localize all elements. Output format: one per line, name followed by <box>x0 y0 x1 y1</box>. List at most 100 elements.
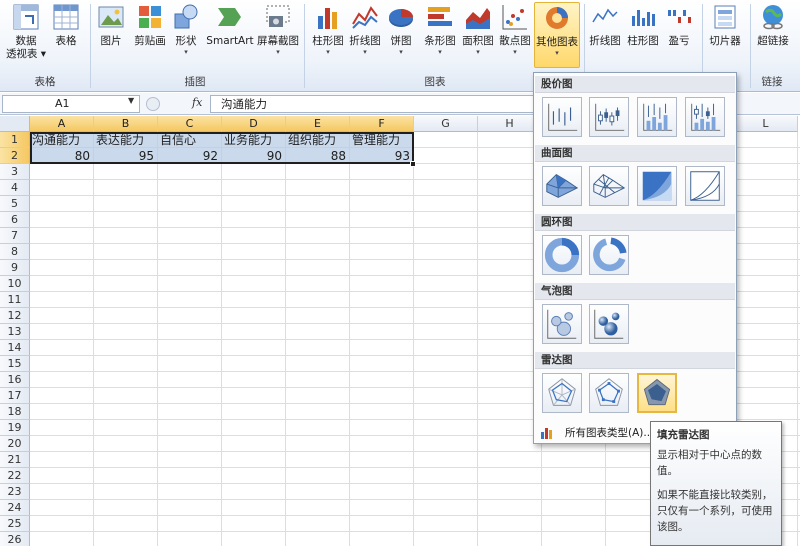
surface-wireframe-chart-option[interactable] <box>589 166 629 206</box>
stock-vhlc-chart-option[interactable] <box>637 97 677 137</box>
row-header-4[interactable]: 4 <box>0 180 30 196</box>
select-all-corner[interactable] <box>0 116 30 132</box>
row-header-8[interactable]: 8 <box>0 244 30 260</box>
row-header-23[interactable]: 23 <box>0 484 30 500</box>
slicer-icon <box>710 2 740 32</box>
bar-chart-icon <box>425 2 455 32</box>
row-header-16[interactable]: 16 <box>0 372 30 388</box>
cell-header[interactable]: 沟通能力 <box>32 132 94 148</box>
insert-function-button[interactable]: fx <box>192 96 202 109</box>
hyperlink-button[interactable]: 超链接 <box>754 2 792 48</box>
row-header-9[interactable]: 9 <box>0 260 30 276</box>
clipart-button[interactable]: 剪贴画 <box>130 2 170 48</box>
cell-value[interactable]: 88 <box>288 148 346 164</box>
other-charts-button[interactable]: 其他图表 ▾ <box>534 2 580 68</box>
cell-header[interactable]: 管理能力 <box>352 132 414 148</box>
row-header-14[interactable]: 14 <box>0 340 30 356</box>
doughnut-chart-option[interactable] <box>542 235 582 275</box>
pivot-table-icon <box>11 2 41 32</box>
sparkline-line-button[interactable]: 折线图 <box>588 2 622 48</box>
sparkline-winloss-label: 盈亏 <box>668 35 690 47</box>
sparkline-column-button[interactable]: 柱形图 <box>626 2 660 48</box>
cell-value[interactable]: 80 <box>32 148 90 164</box>
sparkline-winloss-button[interactable]: 盈亏 <box>664 2 694 48</box>
expand-circle-icon[interactable] <box>146 97 160 111</box>
row-header-18[interactable]: 18 <box>0 404 30 420</box>
row-header-6[interactable]: 6 <box>0 212 30 228</box>
chevron-down-icon[interactable]: ▼ <box>128 96 134 105</box>
stock-hlc-chart-option[interactable] <box>542 97 582 137</box>
radar-chart-option[interactable] <box>542 373 582 413</box>
row-header-17[interactable]: 17 <box>0 388 30 404</box>
pivot-table-button[interactable]: 数据 透视表 ▾ <box>4 2 48 61</box>
filled-radar-chart-option[interactable] <box>637 373 677 413</box>
cell-value[interactable]: 90 <box>224 148 282 164</box>
row-header-11[interactable]: 11 <box>0 292 30 308</box>
area-chart-button[interactable]: 面积图 ▾ <box>460 2 496 57</box>
row-header-13[interactable]: 13 <box>0 324 30 340</box>
stock-ohlc-chart-option[interactable] <box>589 97 629 137</box>
cell-header[interactable]: 自信心 <box>160 132 222 148</box>
row-header-19[interactable]: 19 <box>0 420 30 436</box>
row-header-15[interactable]: 15 <box>0 356 30 372</box>
cell-header[interactable]: 组织能力 <box>288 132 350 148</box>
bubble-chart-option[interactable] <box>542 304 582 344</box>
row-header-1[interactable]: 1 <box>0 132 30 148</box>
area-chart-icon <box>463 2 493 32</box>
row-header-12[interactable]: 12 <box>0 308 30 324</box>
picture-button[interactable]: 图片 <box>95 2 127 48</box>
bar-chart-button[interactable]: 条形图 ▾ <box>422 2 458 57</box>
row-header-24[interactable]: 24 <box>0 500 30 516</box>
column-header-f[interactable]: F <box>350 116 414 132</box>
column-header-d[interactable]: D <box>222 116 286 132</box>
slicer-button[interactable]: 切片器 <box>707 2 743 48</box>
cell-header[interactable]: 表达能力 <box>96 132 158 148</box>
pie-chart-button[interactable]: 饼图 ▾ <box>386 2 416 57</box>
column-header-c[interactable]: C <box>158 116 222 132</box>
column-header-e[interactable]: E <box>286 116 350 132</box>
surface-3d-chart-option[interactable] <box>542 166 582 206</box>
row-header-21[interactable]: 21 <box>0 452 30 468</box>
shapes-button[interactable]: 形状 ▾ <box>172 2 200 57</box>
row-header-22[interactable]: 22 <box>0 468 30 484</box>
column-header-b[interactable]: B <box>94 116 158 132</box>
row-header-5[interactable]: 5 <box>0 196 30 212</box>
column-header-a[interactable]: A <box>30 116 94 132</box>
cell-value[interactable]: 93 <box>352 148 410 164</box>
pivot-table-label-2: 透视表 ▾ <box>5 48 47 60</box>
surface-contour-wireframe-option[interactable] <box>685 166 725 206</box>
cell-header[interactable]: 业务能力 <box>224 132 286 148</box>
row-header-2[interactable]: 2 <box>0 148 30 164</box>
table-button[interactable]: 表格 <box>50 2 82 48</box>
stock-vohlc-chart-option[interactable] <box>685 97 725 137</box>
line-chart-button[interactable]: 折线图 ▾ <box>348 2 382 57</box>
cell-value[interactable]: 92 <box>160 148 218 164</box>
row-header-3[interactable]: 3 <box>0 164 30 180</box>
column-header-l[interactable]: L <box>734 116 798 132</box>
shapes-label: 形状 <box>175 35 197 47</box>
row-header-20[interactable]: 20 <box>0 436 30 452</box>
row-header-26[interactable]: 26 <box>0 532 30 546</box>
smartart-button[interactable]: SmartArt <box>206 2 254 48</box>
area-chart-label: 面积图 <box>462 35 494 47</box>
screenshot-button[interactable]: 屏幕截图 ▾ <box>256 2 300 57</box>
exploded-doughnut-chart-option[interactable] <box>589 235 629 275</box>
formula-input[interactable]: 沟通能力 <box>210 95 535 113</box>
row-header-25[interactable]: 25 <box>0 516 30 532</box>
row-header-10[interactable]: 10 <box>0 276 30 292</box>
name-box[interactable]: A1 <box>2 95 140 113</box>
pie-chart-icon <box>386 2 416 32</box>
row-header-7[interactable]: 7 <box>0 228 30 244</box>
bubble-3d-chart-option[interactable] <box>589 304 629 344</box>
surface-contour-chart-option[interactable] <box>637 166 677 206</box>
cell-value[interactable]: 95 <box>96 148 154 164</box>
radar-markers-chart-option[interactable] <box>589 373 629 413</box>
screenshot-dropdown-arrow: ▾ <box>276 48 280 56</box>
scatter-chart-button[interactable]: 散点图 ▾ <box>497 2 533 57</box>
column-header-g[interactable]: G <box>414 116 478 132</box>
screenshot-icon <box>263 2 293 32</box>
fill-handle[interactable] <box>410 161 416 167</box>
bubble-chart-icon <box>594 309 624 339</box>
column-chart-button[interactable]: 柱形图 ▾ <box>310 2 346 57</box>
scatter-chart-label: 散点图 <box>499 35 531 47</box>
